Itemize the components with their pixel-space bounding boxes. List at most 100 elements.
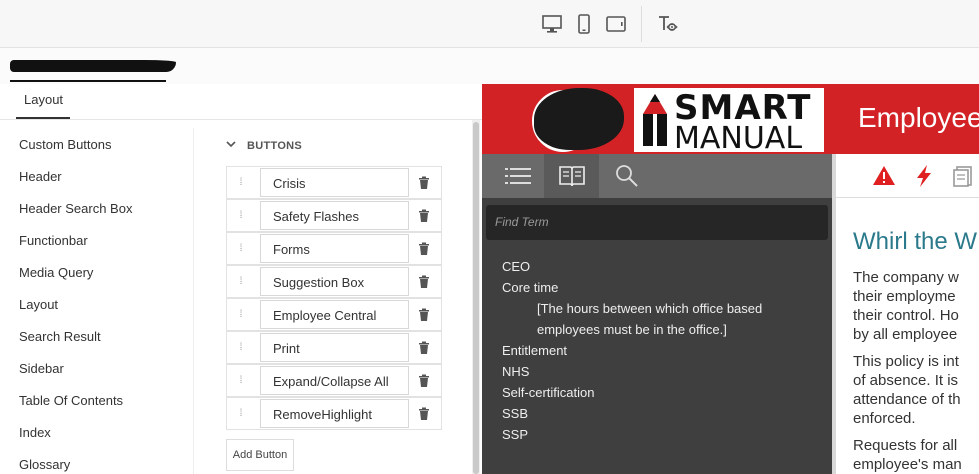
button-label-input[interactable]: Forms (260, 234, 409, 263)
book-icon (558, 166, 585, 187)
text-line: attendance of th (853, 391, 961, 408)
button-row: ⁞ Print (226, 331, 442, 364)
glossary-term[interactable]: Self-certification (502, 382, 822, 403)
warning-icon[interactable] (872, 164, 896, 188)
button-label-input[interactable]: Employee Central (260, 300, 409, 329)
trash-icon[interactable] (417, 308, 431, 322)
glossary-term[interactable]: NHS (502, 361, 822, 382)
glossary-term[interactable]: CEO (502, 256, 822, 277)
nav-item-glossary[interactable]: Glossary (19, 457, 70, 472)
nav-item-search-result[interactable]: Search Result (19, 329, 101, 344)
function-bar (836, 154, 979, 198)
button-label-input[interactable]: Expand/Collapse All (260, 366, 409, 395)
button-row: ⁞ Suggestion Box (226, 265, 442, 298)
text-line: by all employee (853, 326, 958, 343)
document-name[interactable] (10, 56, 176, 76)
pencil-icon (643, 94, 667, 146)
preview-sidebar: Find Term CEO Core time [The hours betwe… (482, 154, 832, 474)
forms-icon[interactable] (952, 164, 976, 188)
preview-header: SMART MANUAL Employee (482, 84, 979, 156)
content-paragraph: Requests for all employee's man (853, 436, 979, 474)
drag-handle-icon[interactable]: ⁞ (237, 309, 245, 321)
trash-icon[interactable] (417, 209, 431, 223)
buttons-section-title: BUTTONS (247, 140, 303, 152)
list-icon (504, 168, 531, 184)
tab-layout[interactable]: Layout (24, 92, 63, 107)
trash-icon[interactable] (417, 242, 431, 256)
device-toolbar (0, 0, 979, 48)
text-line: of absence. It is (853, 372, 959, 389)
drag-handle-icon[interactable]: ⁞ (237, 210, 245, 222)
text-line: their employme (853, 288, 956, 305)
glossary-term[interactable]: SSB (502, 403, 822, 424)
nav-item-header-search-box[interactable]: Header Search Box (19, 201, 132, 216)
text-line: This policy is int (853, 353, 959, 370)
tablet-icon[interactable] (604, 12, 628, 36)
drag-handle-icon[interactable]: ⁞ (237, 243, 245, 255)
text-line: Requests for all (853, 437, 958, 454)
drag-handle-icon[interactable]: ⁞ (237, 177, 245, 189)
add-button[interactable]: Add Button (226, 439, 294, 471)
text-line: enforced. (853, 410, 916, 427)
document-title-bar (0, 48, 979, 84)
search-icon (615, 165, 638, 187)
desktop-icon[interactable] (540, 12, 564, 36)
buttons-section-header[interactable]: BUTTONS (226, 138, 346, 154)
trash-icon[interactable] (417, 341, 431, 355)
lightning-icon[interactable] (912, 164, 936, 188)
nav-item-layout[interactable]: Layout (19, 297, 58, 312)
button-label-input[interactable]: Suggestion Box (260, 267, 409, 296)
trash-icon[interactable] (417, 407, 431, 421)
preview-content: Whirl the W The company w their employme… (836, 154, 979, 474)
glossary-term[interactable]: SSP (502, 424, 822, 445)
scrollbar-thumb[interactable] (473, 122, 479, 474)
glossary-definition: employees must be in the office.] (537, 322, 727, 337)
button-row: ⁞ Forms (226, 232, 442, 265)
content-paragraph: This policy is int of absence. It is att… (853, 352, 979, 428)
trash-icon[interactable] (417, 275, 431, 289)
redaction-mark (10, 60, 176, 72)
settings-nav: Custom Buttons Header Header Search Box … (0, 128, 194, 474)
trash-icon[interactable] (417, 176, 431, 190)
glossary-term[interactable]: Entitlement (502, 340, 822, 361)
content-heading: Whirl the W (853, 228, 978, 255)
settings-panel: Layout Custom Buttons Header Header Sear… (0, 84, 482, 474)
button-row: ⁞ RemoveHighlight (226, 397, 442, 430)
nav-item-custom-buttons[interactable]: Custom Buttons (19, 137, 112, 152)
toolbar-divider (641, 6, 642, 42)
logo-line-2: MANUAL (674, 121, 803, 156)
tab-contents[interactable] (490, 154, 545, 198)
glossary-search-input[interactable]: Find Term (486, 205, 828, 240)
button-row: ⁞ Employee Central (226, 298, 442, 331)
sidebar-tabs (482, 154, 832, 198)
tab-glossary[interactable] (544, 154, 599, 198)
nav-item-index[interactable]: Index (19, 425, 51, 440)
button-label-input[interactable]: RemoveHighlight (260, 399, 409, 428)
tab-divider (0, 119, 482, 120)
nav-item-functionbar[interactable]: Functionbar (19, 233, 88, 248)
tab-search[interactable] (599, 154, 654, 198)
nav-item-table-of-contents[interactable]: Table Of Contents (19, 393, 123, 408)
drag-handle-icon[interactable]: ⁞ (237, 375, 245, 387)
drag-handle-icon[interactable]: ⁞ (237, 408, 245, 420)
text-line: their control. Ho (853, 307, 959, 324)
mobile-icon[interactable] (572, 12, 596, 36)
content-body: The company w their employme their contr… (853, 268, 979, 474)
text-line: The company w (853, 269, 959, 286)
drag-handle-icon[interactable]: ⁞ (237, 342, 245, 354)
smart-manual-logo: SMART MANUAL (634, 88, 824, 156)
trash-icon[interactable] (417, 374, 431, 388)
button-row: ⁞ Expand/Collapse All (226, 364, 442, 397)
drag-handle-icon[interactable]: ⁞ (237, 276, 245, 288)
button-row: ⁞ Crisis (226, 166, 442, 199)
text-preview-icon[interactable] (656, 12, 680, 36)
nav-item-media-query[interactable]: Media Query (19, 265, 93, 280)
button-label-input[interactable]: Print (260, 333, 409, 362)
button-label-input[interactable]: Crisis (260, 168, 409, 197)
nav-item-header[interactable]: Header (19, 169, 62, 184)
redaction-mark (534, 88, 624, 150)
glossary-definition: [The hours between which office based (537, 301, 763, 316)
nav-item-sidebar[interactable]: Sidebar (19, 361, 64, 376)
button-label-input[interactable]: Safety Flashes (260, 201, 409, 230)
glossary-term[interactable]: Core time (502, 277, 822, 298)
